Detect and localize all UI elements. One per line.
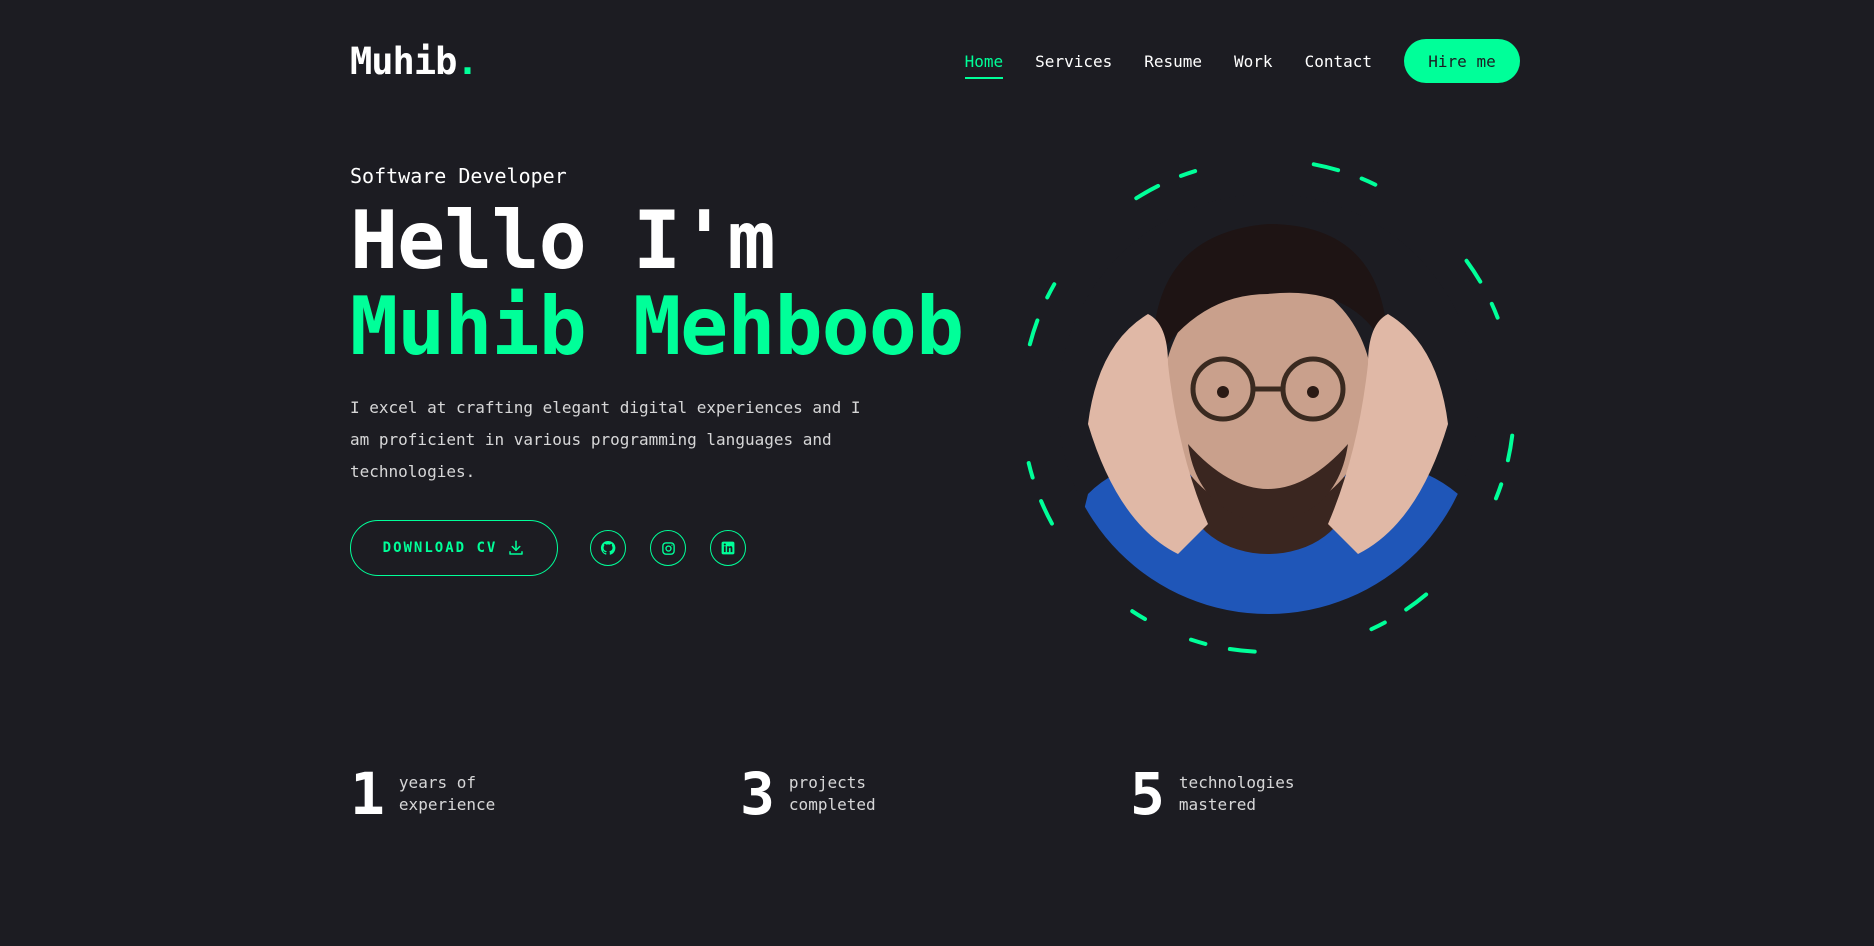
linkedin-link[interactable] <box>710 530 746 566</box>
stat-number: 1 <box>350 760 385 828</box>
site-logo[interactable]: Muhib. <box>350 39 479 83</box>
stat-number: 5 <box>1130 760 1165 828</box>
hero-intro: Software Developer Hello I'm Muhib Mehbo… <box>350 164 990 576</box>
hero-heading: Hello I'm Muhib Mehboob <box>350 198 990 370</box>
stat-projects: 3 projects completed <box>740 764 1130 824</box>
stat-technologies: 5 technologies mastered <box>1130 764 1520 824</box>
stats-section: 1 years of experience 3 projects complet… <box>350 764 1520 824</box>
nav-home[interactable]: Home <box>964 52 1003 79</box>
site-header: Muhib. Home Services Resume Work Contact… <box>350 36 1520 86</box>
linkedin-icon <box>721 541 735 555</box>
stat-label: years of experience <box>398 773 496 814</box>
main-nav: Home Services Resume Work Contact Hire m… <box>933 39 1520 83</box>
instagram-icon <box>661 541 675 555</box>
hero-name: Muhib Mehboob <box>350 280 964 373</box>
hero-greeting: Hello I'm <box>350 194 775 287</box>
download-cv-button[interactable]: DOWNLOAD CV <box>350 520 558 576</box>
hire-me-button[interactable]: Hire me <box>1404 39 1520 83</box>
github-icon <box>600 540 616 555</box>
nav-services[interactable]: Services <box>1035 52 1112 77</box>
stat-number: 3 <box>740 760 775 828</box>
logo-dot: . <box>456 39 478 83</box>
nav-work[interactable]: Work <box>1234 52 1273 77</box>
download-icon <box>509 540 524 555</box>
download-cv-label: DOWNLOAD CV <box>382 540 498 556</box>
stat-experience: 1 years of experience <box>350 764 740 824</box>
hero-actions: DOWNLOAD CV <box>350 520 990 576</box>
stat-label: technologies mastered <box>1178 773 1295 814</box>
hero-photo-area <box>1010 158 1530 678</box>
hero-description: I excel at crafting elegant digital expe… <box>350 398 861 481</box>
hero-role: Software Developer <box>350 164 567 188</box>
dashed-ring <box>1020 158 1516 654</box>
stat-label: projects completed <box>788 773 876 814</box>
logo-text: Muhib <box>350 39 457 83</box>
nav-contact[interactable]: Contact <box>1305 52 1372 77</box>
page: Muhib. Home Services Resume Work Contact… <box>0 0 1874 946</box>
social-links <box>590 530 746 566</box>
instagram-link[interactable] <box>650 530 686 566</box>
github-link[interactable] <box>590 530 626 566</box>
nav-resume[interactable]: Resume <box>1144 52 1202 77</box>
